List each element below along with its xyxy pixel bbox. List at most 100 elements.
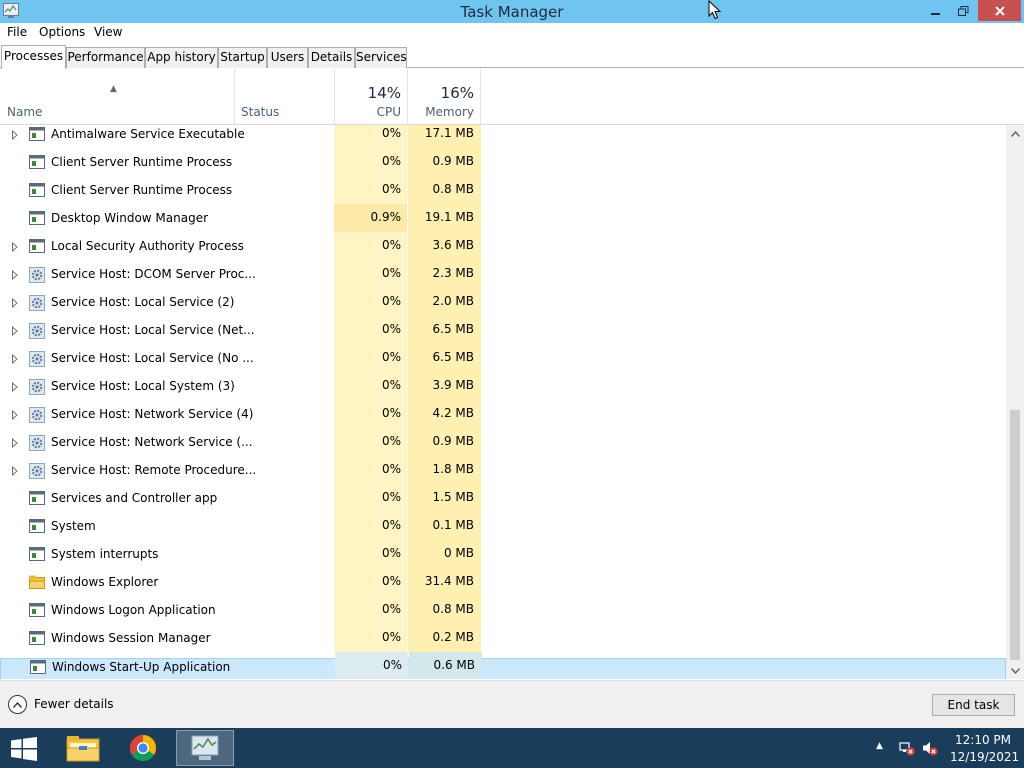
column-divider[interactable] [480, 69, 481, 125]
process-cpu: 0% [334, 232, 407, 260]
taskbar-task-manager[interactable] [176, 730, 234, 766]
process-name: Antimalware Service Executable [51, 127, 245, 141]
column-name[interactable]: Name [7, 105, 42, 119]
scroll-thumb[interactable] [1010, 410, 1020, 660]
menu-options[interactable]: Options [39, 25, 85, 39]
process-cpu: 0% [334, 260, 407, 288]
tab-startup[interactable]: Startup [218, 47, 267, 68]
process-cpu: 0% [334, 148, 407, 176]
table-row[interactable]: Services and Controller app 0% 1.5 MB [0, 484, 1006, 518]
table-row[interactable]: System interrupts 0% 0 MB [0, 540, 1006, 574]
restore-button[interactable] [950, 0, 976, 21]
table-row[interactable]: Service Host: Network Service (4) 0% 4.2… [0, 400, 1006, 434]
gear-icon [29, 463, 45, 479]
process-memory: 0.8 MB [408, 596, 481, 624]
scroll-down-button[interactable] [1006, 662, 1024, 679]
tab-app-history[interactable]: App history [145, 47, 218, 68]
process-memory: 0.2 MB [408, 624, 481, 652]
column-memory[interactable]: Memory [408, 105, 474, 119]
taskbar-chrome[interactable] [114, 730, 172, 766]
process-memory: 3.9 MB [408, 372, 481, 400]
expand-arrow-icon[interactable] [10, 325, 20, 337]
expand-arrow-icon[interactable] [10, 381, 20, 393]
tab-users[interactable]: Users [267, 47, 308, 68]
tab-details[interactable]: Details [308, 47, 355, 68]
menu-file[interactable]: File [7, 25, 27, 39]
expand-arrow-icon[interactable] [10, 465, 20, 477]
title-bar[interactable]: Task Manager [0, 0, 1024, 23]
process-cpu: 0% [334, 540, 407, 568]
gear-icon [29, 435, 45, 451]
minimize-button[interactable] [922, 0, 950, 21]
fewer-details-icon[interactable] [8, 695, 27, 714]
process-name: Local Security Authority Process [51, 239, 244, 253]
sort-ascending-icon: ▲ [110, 84, 117, 94]
tab-performance[interactable]: Performance [66, 47, 145, 68]
volume-muted-icon[interactable] [922, 740, 938, 756]
chrome-icon [129, 734, 157, 762]
app-window-icon [29, 547, 45, 561]
column-status[interactable]: Status [241, 105, 279, 119]
end-task-button[interactable]: End task [932, 694, 1015, 716]
table-row[interactable]: Service Host: Local Service (2) 0% 2.0 M… [0, 288, 1006, 322]
process-cpu: 0% [334, 624, 407, 652]
process-cpu: 0% [334, 288, 407, 316]
network-disconnected-icon[interactable] [899, 740, 915, 756]
expand-arrow-icon[interactable] [10, 241, 20, 253]
scroll-up-button[interactable] [1006, 125, 1024, 142]
column-divider[interactable] [234, 69, 235, 125]
table-row[interactable]: Service Host: Local Service (No ... 0% 6… [0, 344, 1006, 378]
menu-view[interactable]: View [94, 25, 122, 39]
process-name: Service Host: Local Service (No ... [51, 351, 254, 365]
process-memory: 6.5 MB [408, 344, 481, 372]
table-row[interactable]: Client Server Runtime Process 0% 0.8 MB [0, 176, 1006, 210]
expand-arrow-icon[interactable] [10, 297, 20, 309]
table-row[interactable]: Local Security Authority Process 0% 3.6 … [0, 232, 1006, 266]
table-row[interactable]: Service Host: Network Service (... 0% 0.… [0, 428, 1006, 462]
table-row[interactable]: Client Server Runtime Process 0% 0.9 MB [0, 148, 1006, 182]
expand-arrow-icon[interactable] [10, 353, 20, 365]
table-row[interactable]: Windows Explorer 0% 31.4 MB [0, 568, 1006, 602]
taskbar-file-explorer[interactable] [54, 730, 112, 766]
table-row[interactable]: Service Host: DCOM Server Proc... 0% 2.3… [0, 260, 1006, 294]
table-row[interactable]: Service Host: Remote Procedure... 0% 1.8… [0, 456, 1006, 490]
table-row[interactable]: Windows Logon Application 0% 0.8 MB [0, 596, 1006, 630]
process-cpu: 0% [334, 316, 407, 344]
app-window-icon [29, 631, 45, 645]
tab-processes[interactable]: Processes [1, 45, 66, 69]
clock-date[interactable]: 12/19/2021 [950, 750, 1019, 764]
table-row[interactable]: Desktop Window Manager 0.9% 19.1 MB [0, 204, 1006, 238]
table-row[interactable]: Service Host: Local Service (Net... 0% 6… [0, 316, 1006, 350]
vertical-scrollbar[interactable] [1006, 125, 1024, 679]
app-window-icon [29, 155, 45, 169]
chevron-up-icon [1010, 130, 1020, 137]
close-button[interactable] [978, 0, 1021, 21]
process-name: Client Server Runtime Process [51, 155, 233, 169]
expand-arrow-icon[interactable] [10, 409, 20, 421]
app-window-icon [29, 211, 45, 225]
show-hidden-icons-icon[interactable]: ▲ [876, 741, 883, 751]
process-list[interactable]: Antimalware Service Executable 0% 17.1 M… [0, 125, 1006, 679]
process-memory: 0 MB [408, 540, 481, 568]
windows-start-icon[interactable] [10, 737, 38, 761]
table-row[interactable]: Service Host: Local System (3) 0% 3.9 MB [0, 372, 1006, 406]
tab-strip: Processes Performance App history Startu… [0, 45, 1024, 69]
table-row[interactable]: Windows Start-Up Application 0% 0.6 MB [0, 652, 1006, 679]
fewer-details-link[interactable]: Fewer details [34, 697, 114, 711]
app-window-icon [29, 183, 45, 197]
process-memory: 19.1 MB [408, 204, 481, 232]
tab-services[interactable]: Services [355, 47, 407, 68]
chevron-up-icon [13, 701, 22, 708]
table-row[interactable]: Antimalware Service Executable 0% 17.1 M… [0, 125, 1006, 154]
process-name: Service Host: Local System (3) [51, 379, 235, 393]
app-window-icon [29, 603, 45, 617]
clock-time[interactable]: 12:10 PM [950, 733, 1016, 747]
expand-arrow-icon[interactable] [10, 437, 20, 449]
table-row[interactable]: System 0% 0.1 MB [0, 512, 1006, 546]
table-row[interactable]: Windows Session Manager 0% 0.2 MB [0, 624, 1006, 658]
process-cpu: 0% [334, 344, 407, 372]
expand-arrow-icon[interactable] [10, 269, 20, 281]
process-memory: 1.8 MB [408, 456, 481, 484]
column-cpu[interactable]: CPU [335, 105, 401, 119]
expand-arrow-icon[interactable] [10, 129, 20, 141]
